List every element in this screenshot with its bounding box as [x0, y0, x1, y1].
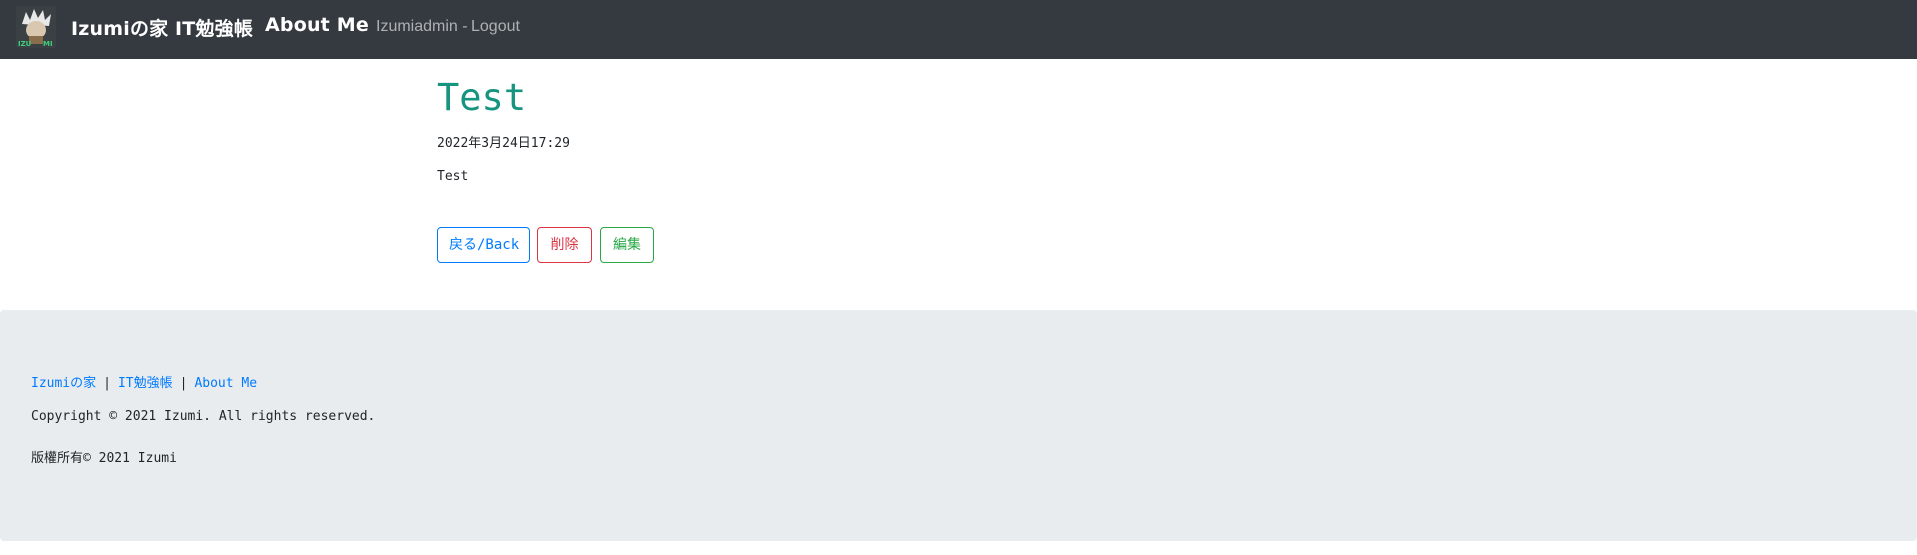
nav-username: Izumiadmin -	[376, 18, 468, 35]
top-navbar: IZU MI Izumiの家 IT勉強帳 About Me Izumiadmin…	[0, 0, 1917, 59]
back-button[interactable]: 戻る/Back	[437, 227, 530, 263]
post-date: 2022年3月24日17:29	[437, 136, 570, 151]
footer-link-about-me[interactable]: About Me	[194, 376, 257, 391]
site-logo[interactable]: IZU MI	[16, 6, 56, 48]
avatar-logo-icon: IZU MI	[16, 6, 56, 48]
edit-button[interactable]: 編集	[600, 227, 654, 263]
logout-link[interactable]: Logout	[471, 18, 520, 36]
footer-rights-reserved: 版權所有© 2021 Izumi	[31, 451, 177, 466]
delete-button[interactable]: 削除	[537, 227, 592, 263]
footer-link-it-notebook[interactable]: IT勉強帳	[118, 376, 173, 391]
page-footer: Izumiの家 | IT勉強帳 | About Me Copyright © 2021 …	[0, 310, 1917, 541]
footer-links: Izumiの家 | IT勉強帳 | About Me	[31, 372, 257, 391]
footer-copyright: Copyright © 2021 Izumi. All rights reser…	[31, 409, 376, 424]
footer-separator: |	[179, 376, 188, 391]
nav-link-about-me[interactable]: About Me	[265, 14, 369, 36]
nav-link-home[interactable]: Izumiの家	[71, 14, 168, 41]
footer-separator: |	[103, 376, 111, 391]
svg-text:MI: MI	[43, 40, 53, 48]
post-body: Test	[437, 169, 469, 184]
post-title: Test	[437, 76, 527, 119]
footer-link-home[interactable]: Izumiの家	[31, 376, 96, 391]
svg-text:IZU: IZU	[18, 40, 32, 48]
nav-link-it-notebook[interactable]: IT勉強帳	[175, 14, 253, 41]
